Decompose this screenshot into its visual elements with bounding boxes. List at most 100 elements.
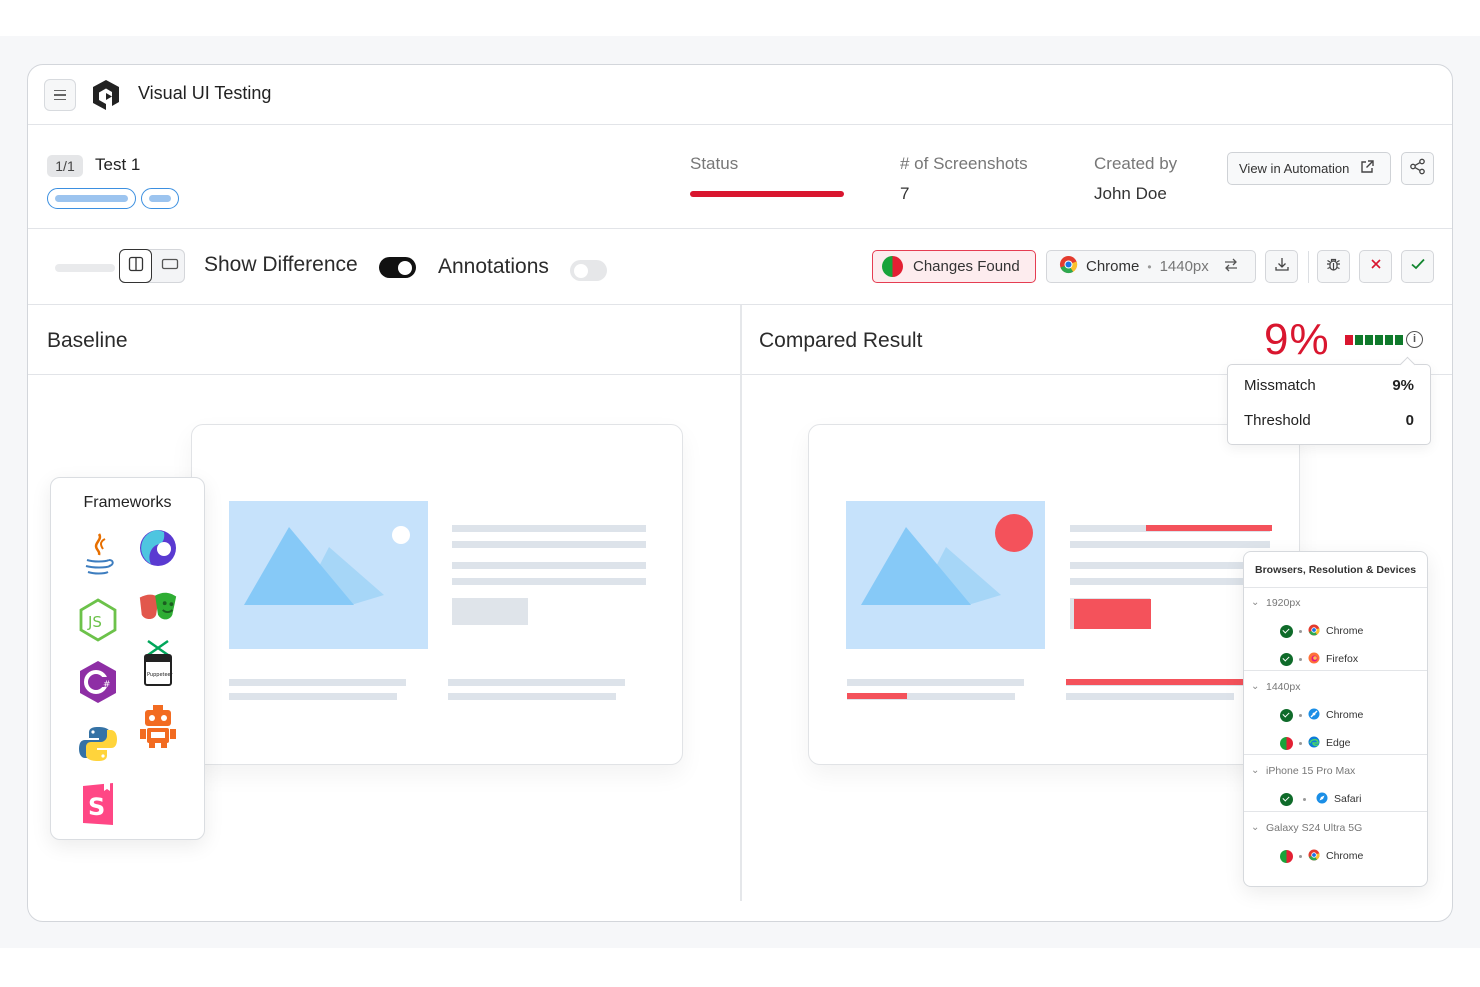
- info-icon[interactable]: i: [1406, 331, 1423, 348]
- playwright-icon[interactable]: [136, 582, 180, 634]
- text-line: [452, 525, 646, 532]
- cypress-icon[interactable]: [136, 522, 180, 574]
- toggle-knob: [398, 260, 412, 275]
- text-line: [1066, 693, 1234, 700]
- text-line: [452, 562, 646, 569]
- chevron-down-icon: ⌄: [1251, 765, 1260, 776]
- device-browser-row[interactable]: Chrome: [1280, 848, 1363, 864]
- resolution-value: 1440px: [1159, 258, 1209, 275]
- safari-icon: [1316, 792, 1328, 807]
- hamburger-icon-line: [54, 98, 66, 101]
- device-group-header[interactable]: ⌄ 1440px: [1244, 681, 1427, 693]
- screenshots-count: 7: [900, 184, 910, 203]
- text-line: [452, 578, 646, 585]
- device-browser-row[interactable]: Chrome: [1280, 707, 1363, 723]
- text-line: [1070, 541, 1270, 548]
- tag-pill[interactable]: [141, 188, 179, 209]
- mismatch-percentage: 9%: [1264, 315, 1330, 364]
- meter-segment: [1345, 335, 1353, 345]
- text-line: [452, 541, 646, 548]
- browser-selector[interactable]: Chrome • 1440px: [1046, 250, 1256, 283]
- baseline-header: Baseline: [28, 305, 740, 375]
- compared-screenshot: [808, 424, 1300, 765]
- text-line: [847, 679, 1024, 686]
- svg-text:Puppeteer: Puppeteer: [147, 672, 174, 678]
- bug-icon: [1325, 256, 1342, 278]
- zoom-slider[interactable]: [55, 264, 115, 272]
- svg-text:JS: JS: [87, 613, 102, 631]
- changed-status-icon: [1280, 736, 1293, 750]
- device-group-header[interactable]: ⌄ iPhone 15 Pro Max: [1244, 765, 1427, 777]
- device-browser-row[interactable]: Chrome: [1280, 623, 1363, 639]
- text-line: [448, 693, 616, 700]
- threshold-label: Threshold: [1244, 412, 1311, 429]
- device-group-header[interactable]: ⌄ Galaxy S24 Ultra 5G: [1244, 822, 1427, 834]
- mismatch-meter: [1345, 335, 1403, 345]
- baseline-title: Baseline: [47, 329, 128, 352]
- devices-card-title: Browsers, Resolution & Devices: [1244, 552, 1427, 588]
- separator-dot: [1299, 854, 1302, 858]
- hamburger-icon-line: [54, 94, 66, 96]
- python-icon[interactable]: [76, 718, 120, 770]
- baseline-screenshot: [191, 424, 683, 765]
- annotations-label: Annotations: [438, 255, 549, 278]
- storybook-icon[interactable]: S: [76, 778, 120, 830]
- diff-highlight: [1066, 679, 1243, 685]
- device-browser-row[interactable]: Edge: [1280, 735, 1351, 751]
- app-title: Visual UI Testing: [138, 83, 272, 103]
- diff-highlight: [1074, 599, 1151, 629]
- edge-icon: [1308, 736, 1320, 751]
- changes-found-button[interactable]: Changes Found: [872, 250, 1036, 283]
- java-icon[interactable]: [76, 530, 120, 582]
- close-icon: [1369, 257, 1383, 276]
- browsers-devices-card: Browsers, Resolution & Devices ⌄ 1920px …: [1243, 551, 1428, 887]
- report-bug-button[interactable]: [1317, 250, 1350, 283]
- firefox-icon: [1308, 652, 1320, 667]
- device-browser-row[interactable]: Firefox: [1280, 651, 1358, 667]
- separator-dot: [1299, 629, 1302, 633]
- show-difference-toggle[interactable]: [379, 257, 416, 278]
- meter-segment: [1355, 335, 1363, 345]
- frameworks-card: Frameworks JS # Puppeteer S: [50, 477, 205, 840]
- tag-pill[interactable]: [47, 188, 136, 209]
- approve-button[interactable]: [1401, 250, 1434, 283]
- robot-icon[interactable]: [136, 700, 180, 752]
- pass-status-icon: [1280, 624, 1293, 638]
- chrome-icon: [1059, 255, 1078, 278]
- text-line: [229, 679, 406, 686]
- diff-highlight: [847, 693, 907, 699]
- meter-segment: [1385, 335, 1393, 345]
- page-counter-badge: 1/1: [47, 155, 83, 177]
- puppeteer-icon[interactable]: Puppeteer: [136, 638, 180, 690]
- changed-status-icon: [1280, 849, 1293, 863]
- svg-text:#: #: [103, 680, 111, 690]
- created-by-name: John Doe: [1094, 184, 1167, 203]
- status-bar: [690, 191, 844, 197]
- swap-icon: [1223, 258, 1239, 276]
- csharp-icon[interactable]: #: [76, 656, 120, 708]
- meter-segment: [1375, 335, 1383, 345]
- single-view-button[interactable]: [153, 249, 186, 283]
- nodejs-icon[interactable]: JS: [76, 594, 120, 646]
- separator-dot: [1299, 713, 1302, 717]
- device-group-header[interactable]: ⌄ 1920px: [1244, 597, 1427, 609]
- menu-button[interactable]: [44, 79, 76, 111]
- reject-button[interactable]: [1359, 250, 1392, 283]
- panel-divider: [740, 305, 742, 901]
- browser-name: Chrome: [1086, 258, 1140, 275]
- separator-dot: [1299, 741, 1302, 745]
- pass-status-icon: [1280, 652, 1293, 666]
- svg-text:S: S: [88, 793, 105, 821]
- side-by-side-view-button[interactable]: [119, 249, 152, 283]
- compared-title: Compared Result: [759, 329, 923, 352]
- download-button[interactable]: [1265, 250, 1298, 283]
- share-button[interactable]: [1401, 152, 1434, 185]
- view-mode-switch: [119, 249, 185, 283]
- image-placeholder: [846, 501, 1045, 649]
- group-separator: [1244, 670, 1427, 671]
- share-icon: [1409, 158, 1426, 180]
- device-browser-row[interactable]: Safari: [1280, 791, 1361, 807]
- single-view-icon: [161, 257, 179, 276]
- view-in-automation-button[interactable]: View in Automation: [1227, 152, 1391, 185]
- annotations-toggle[interactable]: [570, 260, 607, 281]
